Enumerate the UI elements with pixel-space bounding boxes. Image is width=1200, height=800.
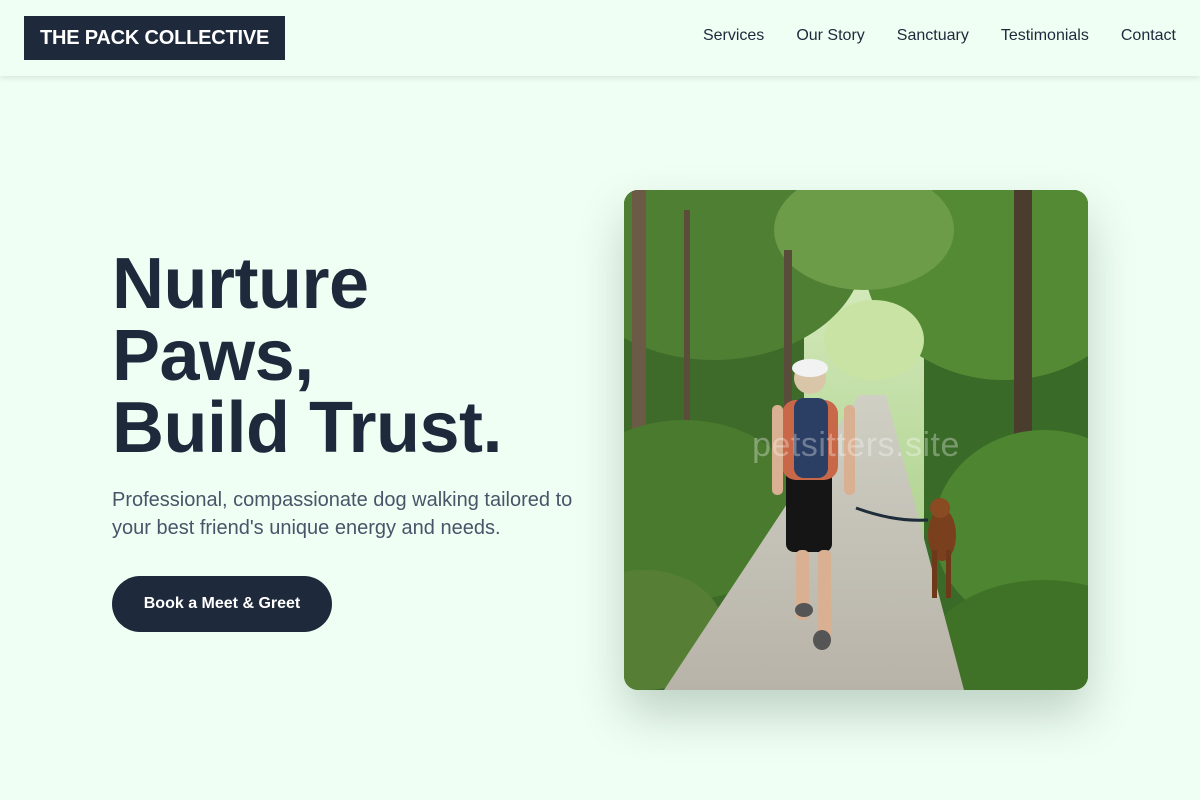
nav-link-our-story[interactable]: Our Story	[796, 27, 864, 45]
nav-link-sanctuary[interactable]: Sanctuary	[897, 27, 969, 45]
nav-link-contact[interactable]: Contact	[1121, 27, 1176, 45]
photo-watermark: petsitters.site	[752, 426, 960, 464]
hero-text: Nurture Paws, Build Trust. Professional,…	[112, 248, 612, 542]
hero-subtitle: Professional, compassionate dog walking …	[112, 489, 573, 539]
headline-line-3: Build Trust.	[112, 388, 503, 468]
hero-photo: petsitters.site	[624, 190, 1088, 690]
brand-logo[interactable]: THE PACK COLLECTIVE	[24, 16, 286, 60]
headline-line-2: Paws,	[112, 316, 314, 396]
book-meet-greet-button[interactable]: Book a Meet & Greet	[112, 576, 332, 632]
site-header: THE PACK COLLECTIVE Services Our Story S…	[0, 0, 1200, 76]
nav-link-services[interactable]: Services	[703, 27, 764, 45]
main-nav: Services Our Story Sanctuary Testimonial…	[703, 0, 1176, 72]
hero-headline: Nurture Paws, Build Trust.	[112, 248, 612, 464]
headline-line-1: Nurture	[112, 244, 369, 324]
nav-link-testimonials[interactable]: Testimonials	[1001, 27, 1089, 45]
